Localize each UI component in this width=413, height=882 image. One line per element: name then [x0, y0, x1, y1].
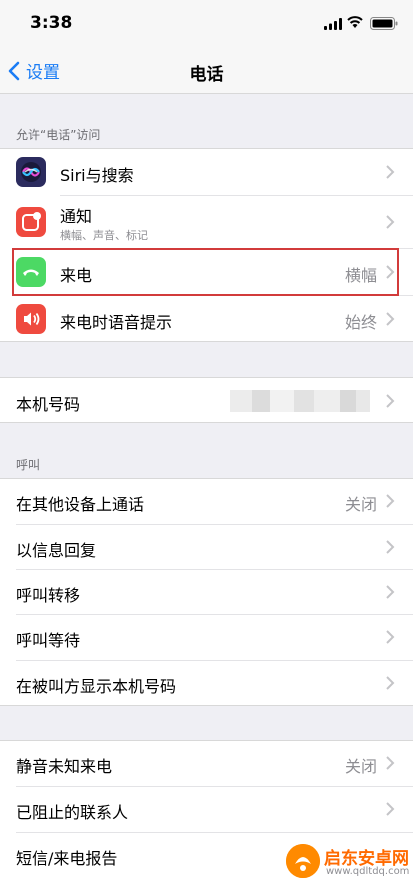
chevron-right-icon [386, 165, 395, 179]
row-calls-on-other-devices[interactable]: 在其他设备上通话 关闭 [0, 479, 413, 524]
siri-icon [16, 157, 46, 187]
chevron-right-icon [386, 215, 395, 229]
notifications-icon [16, 207, 46, 237]
calls-group: 在其他设备上通话 关闭 以信息回复 呼叫转移 呼叫等待 在被叫方显示本机号码 [0, 478, 413, 706]
status-bar: 3:38 [0, 0, 413, 48]
watermark: 启东安卓网 www.qdltdq.com [286, 842, 410, 882]
row-announce-calls[interactable]: 来电时语音提示 始终 [0, 296, 413, 342]
row-siri-search[interactable]: Siri与搜索 [0, 149, 413, 195]
wifi-icon [347, 16, 363, 28]
chevron-right-icon [386, 585, 395, 599]
chevron-right-icon [386, 756, 395, 770]
sms-call-reporting-label: 短信/来电报告 [16, 849, 118, 868]
notifications-subtitle: 横幅、声音、标记 [60, 229, 148, 242]
chevron-right-icon [386, 540, 395, 554]
speaker-icon [16, 304, 46, 334]
highlight-box [12, 248, 399, 296]
row-blocked-contacts[interactable]: 已阻止的联系人 [0, 787, 413, 832]
chevron-right-icon [386, 312, 395, 326]
silence-unknown-callers-value: 关闭 [344, 757, 377, 776]
allow-access-group: Siri与搜索 通知 横幅、声音、标记 来电 横幅 来电时语音提示 始终 [0, 148, 413, 342]
section-header-allow-access: 允许“电话”访问 [16, 128, 101, 142]
call-waiting-label: 呼叫等待 [16, 631, 81, 650]
chevron-right-icon [386, 802, 395, 816]
notifications-label: 通知 [60, 207, 93, 226]
announce-calls-value: 始终 [344, 313, 377, 332]
row-call-waiting[interactable]: 呼叫等待 [0, 615, 413, 660]
silence-unknown-callers-label: 静音未知来电 [16, 757, 113, 776]
my-number-label: 本机号码 [16, 395, 81, 414]
watermark-logo-icon [286, 844, 320, 878]
siri-search-label: Siri与搜索 [60, 166, 134, 185]
cellular-signal-icon [324, 18, 342, 30]
announce-calls-label: 来电时语音提示 [60, 313, 173, 332]
row-notifications[interactable]: 通知 横幅、声音、标记 [0, 196, 413, 248]
redacted-phone-number [230, 390, 370, 412]
show-caller-id-label: 在被叫方显示本机号码 [16, 677, 177, 696]
call-forwarding-label: 呼叫转移 [16, 586, 81, 605]
blocked-contacts-label: 已阻止的联系人 [16, 803, 129, 822]
respond-with-text-label: 以信息回复 [16, 541, 97, 560]
navigation-bar: 设置 电话 [0, 48, 413, 94]
section-header-calls: 呼叫 [16, 458, 41, 472]
calls-on-other-devices-value: 关闭 [344, 495, 377, 514]
battery-icon [370, 17, 398, 30]
chevron-right-icon [386, 676, 395, 690]
chevron-right-icon [386, 494, 395, 508]
chevron-right-icon [386, 394, 395, 408]
row-silence-unknown-callers[interactable]: 静音未知来电 关闭 [0, 741, 413, 786]
calls-on-other-devices-label: 在其他设备上通话 [16, 495, 145, 514]
row-call-forwarding[interactable]: 呼叫转移 [0, 570, 413, 614]
chevron-right-icon [386, 630, 395, 644]
watermark-url: www.qdltdq.com [326, 866, 410, 877]
status-time: 3:38 [30, 13, 73, 33]
row-respond-with-text[interactable]: 以信息回复 [0, 525, 413, 569]
row-show-caller-id[interactable]: 在被叫方显示本机号码 [0, 661, 413, 706]
page-title: 电话 [189, 65, 224, 85]
